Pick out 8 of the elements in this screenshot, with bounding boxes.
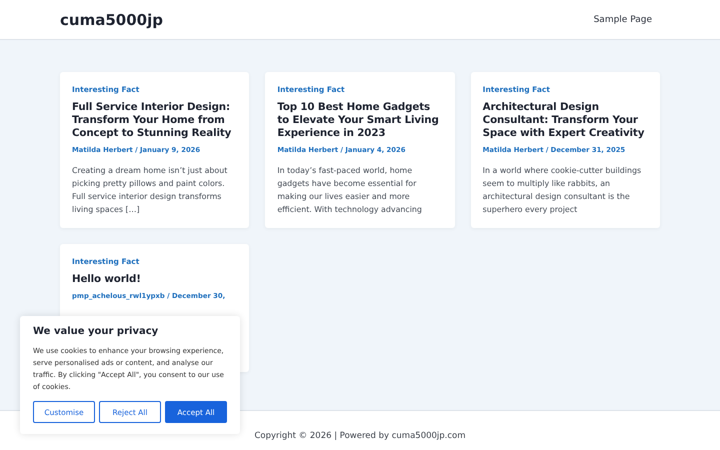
footer-text: Copyright © 2026 | Powered by cuma5000jp.com — [254, 430, 466, 440]
post-title[interactable]: Architectural Design Consultant: Transform Your Space with Expert Creativity — [482, 101, 648, 140]
nav-link[interactable]: Sample Page — [594, 14, 652, 24]
site-logo[interactable]: cuma5000jp — [60, 10, 163, 28]
post-title[interactable]: Top 10 Best Home Gadgets to Elevate Your Smart Living Experience in 2023 — [277, 101, 443, 140]
banner-title: We value your privacy — [33, 326, 160, 337]
post-title[interactable]: Full Service Interior Design: Transform Your Home from Concept to Stunning Reality — [72, 101, 238, 140]
post-title[interactable]: Hello world! — [72, 273, 141, 286]
